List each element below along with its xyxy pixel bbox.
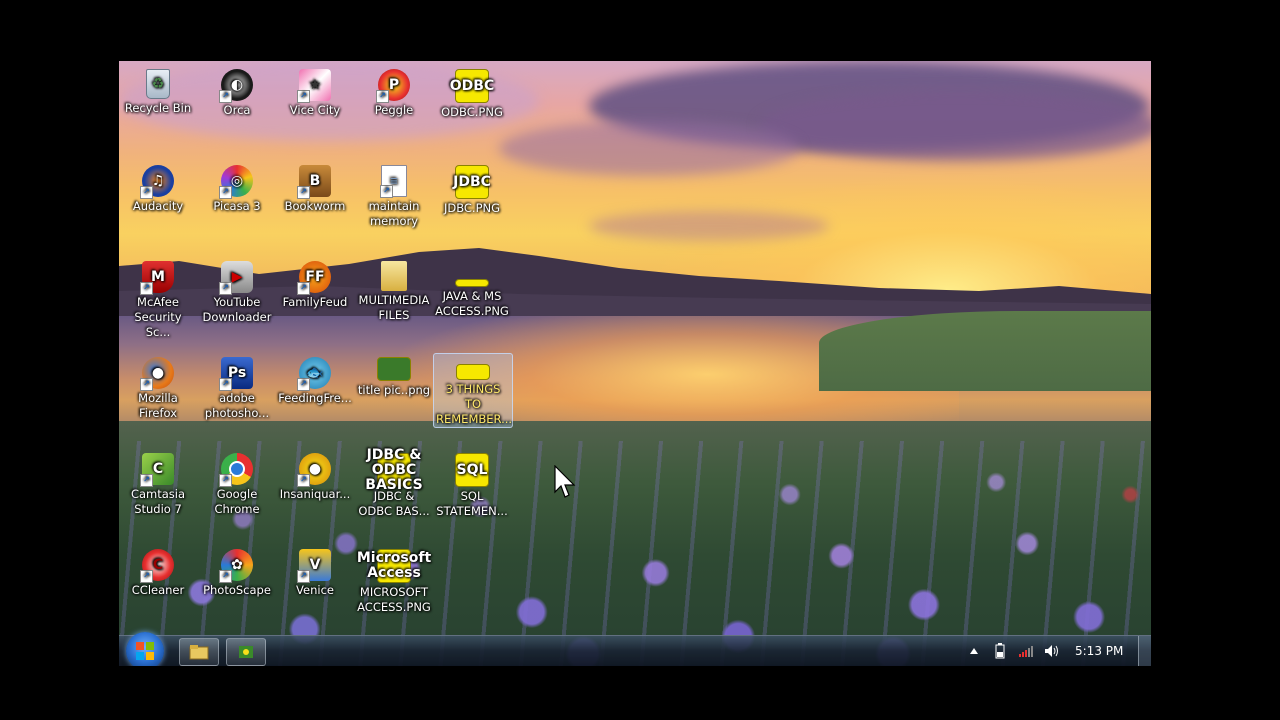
png-file-icon: JDBC bbox=[453, 165, 491, 199]
show-hidden-icons-icon bbox=[970, 648, 978, 654]
taskbar-clock[interactable]: 5:13 PM bbox=[1075, 644, 1123, 658]
feedingfrenzy-icon: 🐟 ↗ bbox=[297, 357, 331, 391]
desktop-icon-sql-statements[interactable]: SQL SQL STATEMEN... bbox=[433, 449, 511, 519]
taskbar-explorer-button[interactable] bbox=[179, 638, 219, 666]
network-tray-icon[interactable] bbox=[1017, 642, 1035, 660]
desktop-icon-title-pic[interactable]: title pic..png bbox=[355, 353, 433, 398]
youtube-downloader-icon: ▶ ↗ bbox=[219, 261, 253, 295]
folder-icon bbox=[381, 261, 407, 291]
volume-icon bbox=[1045, 645, 1058, 657]
desktop-icon-multimedia-files[interactable]: MULTIMEDIA FILES bbox=[355, 257, 433, 323]
png-file-icon bbox=[456, 364, 490, 380]
camtasia-icon: C ↗ bbox=[140, 453, 174, 487]
photoshop-icon: Ps ↗ bbox=[219, 357, 253, 391]
insaniquarium-icon: ● ↗ bbox=[297, 453, 331, 487]
desktop-icon-photoscape[interactable]: ✿ ↗ PhotoScape bbox=[198, 545, 276, 598]
vice-city-icon: ★ ↗ bbox=[297, 69, 331, 103]
desktop-icon-insaniquarium[interactable]: ● ↗ Insaniquar... bbox=[276, 449, 354, 502]
desktop-icon-maintain-memory[interactable]: ≡ ↗ maintain memory bbox=[355, 161, 433, 229]
desktop-icon-odbc-png[interactable]: ODBC ODBC.PNG bbox=[433, 65, 511, 120]
desktop-icon-mcafee[interactable]: M ↗ McAfee Security Sc... bbox=[119, 257, 197, 340]
taskbar-camtasia-recorder-button[interactable] bbox=[226, 638, 266, 666]
desktop-icon-feedingfrenzy[interactable]: 🐟 ↗ FeedingFre... bbox=[276, 353, 354, 406]
desktop-icon-recycle-bin[interactable]: ♻ Recycle Bin bbox=[119, 65, 197, 116]
chrome-icon: ↗ bbox=[219, 453, 253, 487]
venice-icon: V ↗ bbox=[297, 549, 331, 583]
recycle-bin-icon: ♻ bbox=[146, 69, 170, 99]
taskbar: 5:13 PM bbox=[119, 632, 1151, 666]
desktop-icon-bookworm[interactable]: B ↗ Bookworm bbox=[276, 161, 354, 214]
png-file-icon: ODBC bbox=[450, 69, 494, 103]
volume-tray-icon[interactable] bbox=[1043, 642, 1061, 660]
desktop-icon-picasa[interactable]: ◎ ↗ Picasa 3 bbox=[198, 161, 276, 214]
show-hidden-icons-button[interactable] bbox=[965, 642, 983, 660]
desktop-icon-3-things-to-remember[interactable]: 3 THINGS TO REMEMBER... bbox=[433, 353, 513, 428]
desktop-icon-jdbc-odbc-basics[interactable]: JDBC & ODBC BASICS JDBC & ODBC BAS... bbox=[355, 446, 433, 519]
battery-tray-icon[interactable] bbox=[991, 642, 1009, 660]
battery-icon bbox=[995, 643, 1005, 659]
desktop-icon-peggle[interactable]: P ↗ Peggle bbox=[355, 65, 433, 118]
network-signal-icon bbox=[1019, 646, 1033, 657]
bookworm-icon: B ↗ bbox=[297, 165, 331, 199]
desktop-screen: ♻ Recycle Bin ♫ ↗ Audacity M ↗ McAfee Secu… bbox=[119, 61, 1151, 666]
camtasia-recorder-icon bbox=[239, 646, 253, 658]
firefox-icon: ● ↗ bbox=[140, 357, 174, 391]
desktop-icon-ccleaner[interactable]: C ↗ CCleaner bbox=[119, 545, 197, 598]
desktop-icon-audacity[interactable]: ♫ ↗ Audacity bbox=[119, 161, 197, 214]
show-desktop-button[interactable] bbox=[1138, 636, 1151, 666]
desktop-icon-chrome[interactable]: ↗ Google Chrome bbox=[198, 449, 276, 517]
familyfeud-icon: FF ↗ bbox=[297, 261, 331, 295]
start-button[interactable] bbox=[126, 632, 164, 666]
png-file-icon: SQL bbox=[455, 453, 489, 487]
desktop-icon-vice-city[interactable]: ★ ↗ Vice City bbox=[276, 65, 354, 118]
desktop-icon-jdbc-png[interactable]: JDBC JDBC.PNG bbox=[433, 161, 511, 216]
mcafee-icon: M ↗ bbox=[140, 261, 174, 295]
desktop-icon-youtube-downloader[interactable]: ▶ ↗ YouTube Downloader bbox=[198, 257, 276, 325]
png-file-icon: Microsoft Access bbox=[356, 549, 432, 583]
desktop-icon-photoshop[interactable]: Ps ↗ adobe photosho... bbox=[198, 353, 276, 421]
orca-icon: ◐ ↗ bbox=[219, 69, 253, 103]
windows-logo-icon bbox=[136, 642, 154, 660]
desktop-icon-venice[interactable]: V ↗ Venice bbox=[276, 545, 354, 598]
photoscape-icon: ✿ ↗ bbox=[219, 549, 253, 583]
desktop-icon-java-ms-access-png[interactable]: JAVA & MS ACCESS.PNG bbox=[433, 257, 511, 319]
desktop-icon-firefox[interactable]: ● ↗ Mozilla Firefox bbox=[119, 353, 197, 421]
desktop-icon-microsoft-access-png[interactable]: Microsoft Access MICROSOFT ACCESS.PNG bbox=[355, 545, 433, 615]
explorer-folder-icon bbox=[189, 645, 209, 660]
audacity-icon: ♫ ↗ bbox=[140, 165, 174, 199]
picasa-icon: ◎ ↗ bbox=[219, 165, 253, 199]
png-file-icon bbox=[455, 279, 489, 287]
document-icon: ≡ ↗ bbox=[380, 165, 407, 198]
png-file-icon: JDBC & ODBC BASICS bbox=[365, 446, 423, 493]
peggle-icon: P ↗ bbox=[376, 69, 410, 103]
mouse-cursor-icon bbox=[554, 465, 576, 498]
system-tray: 5:13 PM bbox=[961, 636, 1151, 666]
png-file-icon bbox=[377, 357, 411, 381]
desktop-icon-camtasia[interactable]: C ↗ Camtasia Studio 7 bbox=[119, 449, 197, 517]
desktop-icon-familyfeud[interactable]: FF ↗ FamilyFeud bbox=[276, 257, 354, 310]
ccleaner-icon: C ↗ bbox=[140, 549, 174, 583]
desktop-icon-orca[interactable]: ◐ ↗ Orca bbox=[198, 65, 276, 118]
